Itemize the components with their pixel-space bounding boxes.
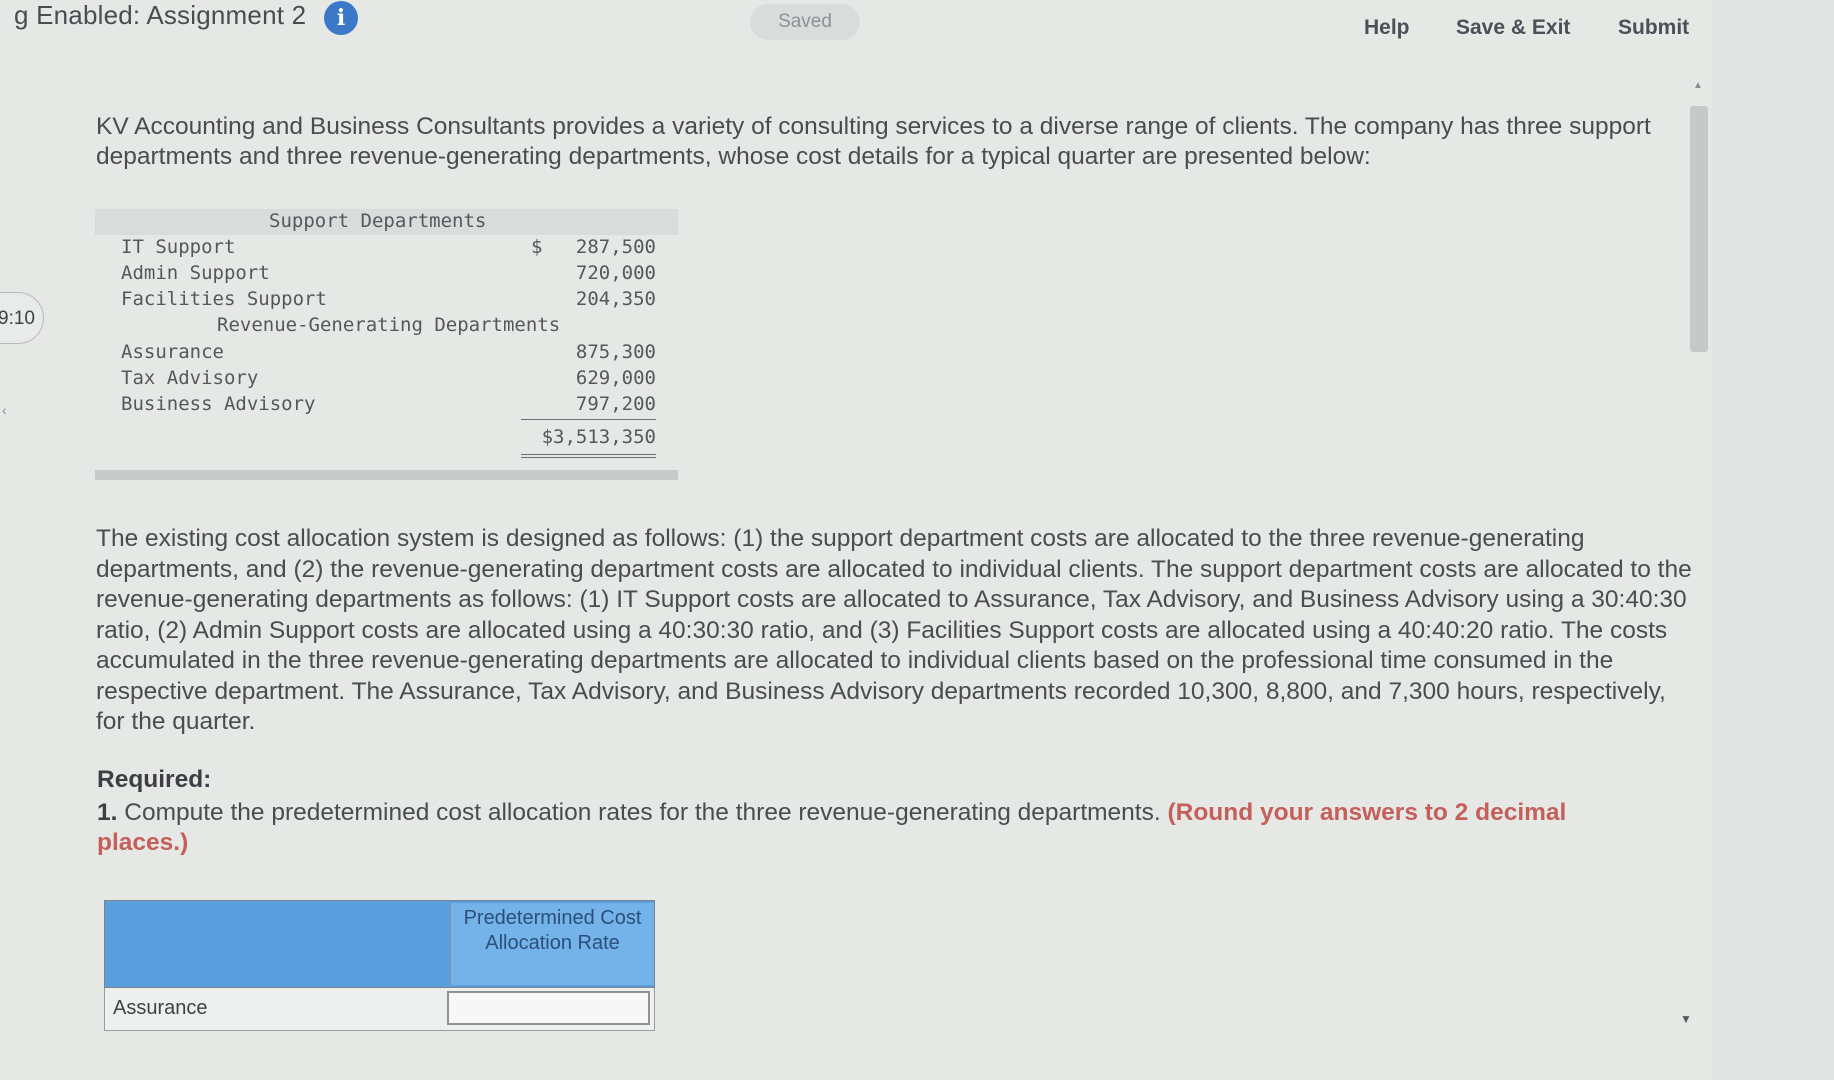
- cost-row-value: 797,200: [575, 393, 656, 415]
- question-text: 1. Compute the predetermined cost alloca…: [97, 798, 1657, 858]
- assurance-rate-input[interactable]: [447, 991, 650, 1025]
- scroll-down-arrow-icon[interactable]: ▼: [1680, 1012, 1692, 1026]
- right-margin: [1712, 0, 1834, 1080]
- answer-table-header: Predetermined Cost Allocation Rate: [104, 900, 655, 988]
- column-header-rate: Predetermined Cost Allocation Rate: [450, 903, 654, 985]
- table-row: Assurance: [104, 988, 655, 1031]
- help-link[interactable]: Help: [1364, 16, 1410, 40]
- cost-row-label: Assurance: [121, 341, 224, 363]
- revenue-departments-header: Revenue-Generating Departments: [217, 314, 561, 336]
- cost-row-label: Tax Advisory: [121, 367, 259, 389]
- cost-row-label: IT Support: [121, 236, 236, 258]
- info-icon[interactable]: i: [324, 1, 358, 35]
- allocation-description: The existing cost allocation system is d…: [96, 525, 1692, 735]
- save-exit-link[interactable]: Save & Exit: [1456, 16, 1570, 40]
- total-double-rule: [521, 454, 656, 458]
- cost-row-value: 287,500: [575, 236, 656, 258]
- timer-badge[interactable]: 9:10: [0, 292, 44, 344]
- answer-table: Predetermined Cost Allocation Rate Assur…: [104, 900, 655, 1031]
- scroll-up-arrow-icon[interactable]: ▲: [1693, 80, 1703, 91]
- cost-row-value: 204,350: [575, 288, 656, 310]
- currency-symbol: $: [531, 236, 543, 258]
- problem-intro: KV Accounting and Business Consultants p…: [96, 113, 1651, 170]
- cost-row-label: Admin Support: [121, 262, 270, 284]
- table-footer-bar: [95, 470, 678, 480]
- cost-row-value: 875,300: [575, 341, 656, 363]
- cost-total: $3,513,350: [541, 426, 656, 448]
- cost-row-value: 629,000: [575, 367, 656, 389]
- saved-status: Saved: [750, 4, 860, 40]
- support-departments-header: Support Departments: [269, 210, 487, 232]
- cost-details-table: Support Departments IT Support $ 287,500…: [95, 209, 678, 481]
- required-label: Required:: [97, 766, 212, 793]
- scrollbar-thumb[interactable]: [1690, 106, 1708, 352]
- cost-row-value: 720,000: [575, 262, 656, 284]
- assignment-title: g Enabled: Assignment 2: [14, 0, 307, 30]
- cost-row-label: Business Advisory: [121, 393, 316, 415]
- subtotal-rule: [521, 419, 656, 420]
- collapse-chevron-icon[interactable]: ‹: [2, 402, 7, 418]
- row-label-assurance: Assurance: [113, 997, 208, 1019]
- cost-row-label: Facilities Support: [121, 288, 327, 310]
- question-body: Compute the predetermined cost allocatio…: [124, 799, 1161, 826]
- top-bar: g Enabled: Assignment 2 i Saved Help Sav…: [0, 0, 1834, 60]
- question-number: 1.: [97, 799, 118, 826]
- submit-link[interactable]: Submit: [1618, 16, 1689, 40]
